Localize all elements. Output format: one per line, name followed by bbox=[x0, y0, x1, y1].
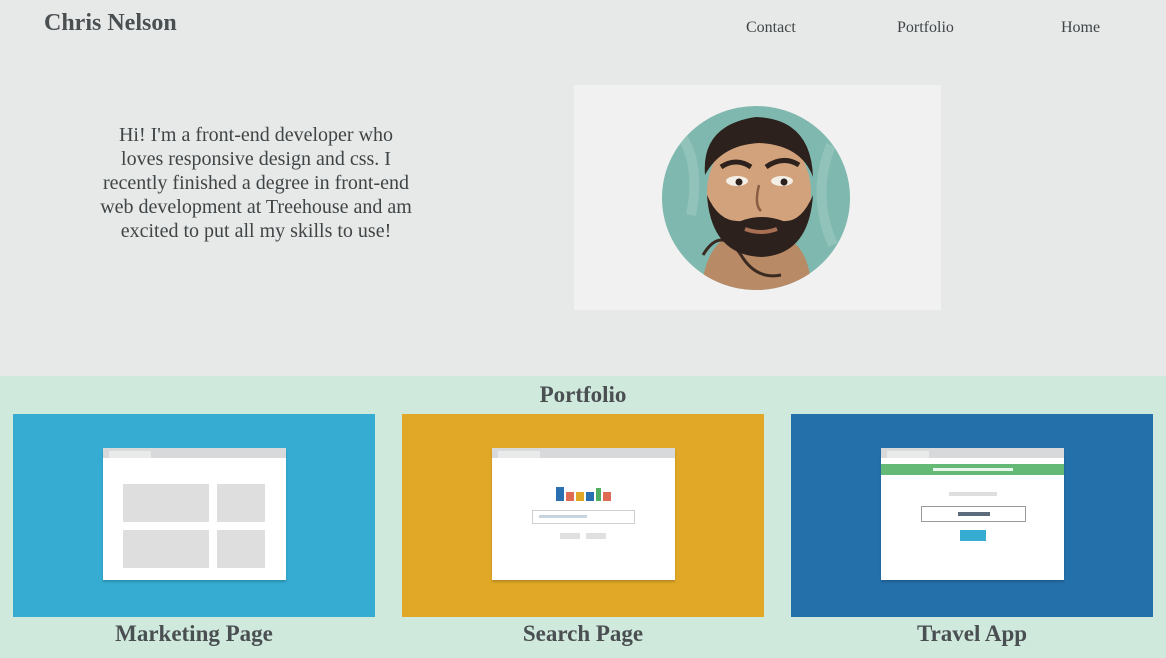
profile-photo-frame bbox=[574, 85, 941, 310]
project-title-marketing-page[interactable]: Marketing Page bbox=[13, 621, 375, 647]
site-name: Chris Nelson bbox=[44, 10, 177, 36]
portfolio-heading: Portfolio bbox=[539, 382, 627, 407]
project-title-travel-app[interactable]: Travel App bbox=[791, 621, 1153, 647]
nav-link-home[interactable]: Home bbox=[1061, 19, 1100, 37]
project-card-search-page[interactable] bbox=[402, 414, 764, 617]
intro-text: Hi! I'm a front-end developer who loves … bbox=[100, 124, 412, 242]
nav-link-contact[interactable]: Contact bbox=[746, 19, 796, 37]
travel-app-mockup-icon bbox=[881, 448, 1064, 580]
portfolio-section: Portfolio Marketing Page Search Page Tra… bbox=[0, 376, 1166, 658]
nav-link-portfolio[interactable]: Portfolio bbox=[897, 19, 954, 37]
avatar bbox=[662, 106, 850, 290]
marketing-page-mockup-icon bbox=[103, 448, 286, 580]
project-card-travel-app[interactable] bbox=[791, 414, 1153, 617]
project-card-marketing-page[interactable] bbox=[13, 414, 375, 617]
project-title-search-page[interactable]: Search Page bbox=[402, 621, 764, 647]
search-page-mockup-icon bbox=[492, 448, 675, 580]
